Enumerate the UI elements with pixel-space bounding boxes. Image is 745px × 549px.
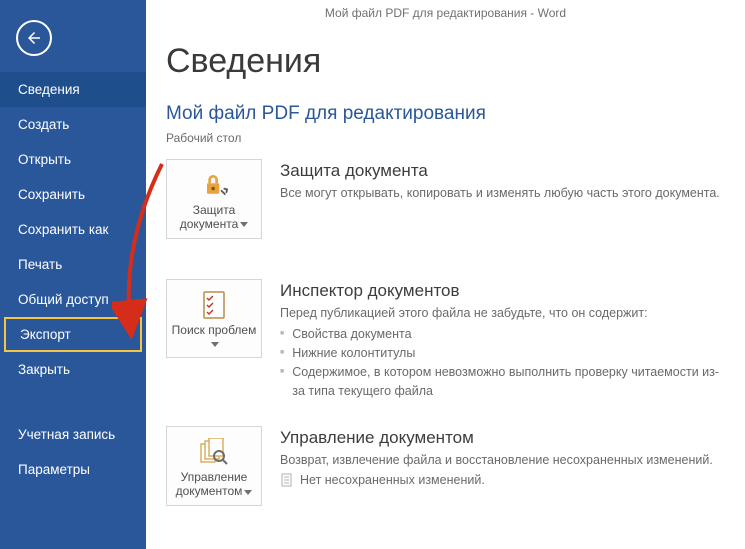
section-protect: Защита документа Защита документа Все мо… bbox=[166, 159, 725, 239]
nav-label: Сохранить bbox=[18, 187, 85, 202]
tile-label: Защита документа bbox=[180, 203, 239, 231]
document-icon bbox=[280, 473, 294, 487]
backstage-main: Мой файл PDF для редактирования - Word С… bbox=[146, 0, 745, 549]
chevron-down-icon bbox=[211, 342, 219, 347]
section-manage: Управление документом Управление докумен… bbox=[166, 426, 725, 506]
file-name: Мой файл PDF для редактирования bbox=[166, 103, 725, 125]
nav-label: Учетная запись bbox=[18, 427, 115, 442]
nav-item-share[interactable]: Общий доступ bbox=[0, 282, 146, 317]
manage-status: Нет несохраненных изменений. bbox=[280, 473, 725, 487]
nav-item-save[interactable]: Сохранить bbox=[0, 177, 146, 212]
back-button[interactable] bbox=[16, 20, 52, 56]
window-title: Мой файл PDF для редактирования - Word bbox=[146, 6, 745, 20]
protect-desc: Все могут открывать, копировать и изменя… bbox=[280, 185, 725, 202]
lock-key-icon bbox=[200, 170, 228, 200]
nav-label: Открыть bbox=[18, 152, 71, 167]
nav-item-account[interactable]: Учетная запись bbox=[0, 417, 146, 452]
tile-label: Управление документом bbox=[176, 470, 248, 498]
nav-item-print[interactable]: Печать bbox=[0, 247, 146, 282]
chevron-down-icon bbox=[240, 222, 248, 227]
nav-label: Общий доступ bbox=[18, 292, 109, 307]
nav-item-save-as[interactable]: Сохранить как bbox=[0, 212, 146, 247]
page-title: Сведения bbox=[166, 42, 725, 81]
nav-label: Сохранить как bbox=[18, 222, 108, 237]
backstage-sidebar: Сведения Создать Открыть Сохранить Сохра… bbox=[0, 0, 146, 549]
nav-item-info[interactable]: Сведения bbox=[0, 72, 146, 107]
back-arrow-icon bbox=[25, 29, 43, 47]
chevron-down-icon bbox=[244, 490, 252, 495]
bullet-item: Содержимое, в котором невозможно выполни… bbox=[280, 363, 725, 401]
nav-label: Создать bbox=[18, 117, 69, 132]
file-location: Рабочий стол bbox=[166, 131, 725, 145]
manage-desc: Возврат, извлечение файла и восстановлен… bbox=[280, 452, 725, 469]
bullet-item: Нижние колонтитулы bbox=[280, 344, 725, 363]
section-inspect: Поиск проблем Инспектор документов Перед… bbox=[166, 279, 725, 401]
documents-search-icon bbox=[199, 437, 229, 467]
inspect-intro: Перед публикацией этого файла не забудьт… bbox=[280, 305, 725, 322]
tile-manage-document[interactable]: Управление документом bbox=[166, 426, 262, 506]
manage-heading: Управление документом bbox=[280, 428, 725, 448]
inspect-heading: Инспектор документов bbox=[280, 281, 725, 301]
nav-label: Экспорт bbox=[20, 327, 71, 342]
tile-protect-document[interactable]: Защита документа bbox=[166, 159, 262, 239]
protect-heading: Защита документа bbox=[280, 161, 725, 181]
tile-check-issues[interactable]: Поиск проблем bbox=[166, 279, 262, 359]
nav-label: Печать bbox=[18, 257, 62, 272]
nav-item-open[interactable]: Открыть bbox=[0, 142, 146, 177]
bullet-item: Свойства документа bbox=[280, 325, 725, 344]
nav-item-new[interactable]: Создать bbox=[0, 107, 146, 142]
nav-label: Параметры bbox=[18, 462, 90, 477]
nav-item-export[interactable]: Экспорт bbox=[4, 317, 142, 352]
nav-label: Закрыть bbox=[18, 362, 70, 377]
tile-label: Поиск проблем bbox=[172, 323, 257, 337]
nav-item-close[interactable]: Закрыть bbox=[0, 352, 146, 387]
nav-label: Сведения bbox=[18, 82, 80, 97]
nav-item-options[interactable]: Параметры bbox=[0, 452, 146, 487]
inspect-bullets: Свойства документа Нижние колонтитулы Со… bbox=[280, 325, 725, 400]
checklist-icon bbox=[201, 290, 227, 320]
